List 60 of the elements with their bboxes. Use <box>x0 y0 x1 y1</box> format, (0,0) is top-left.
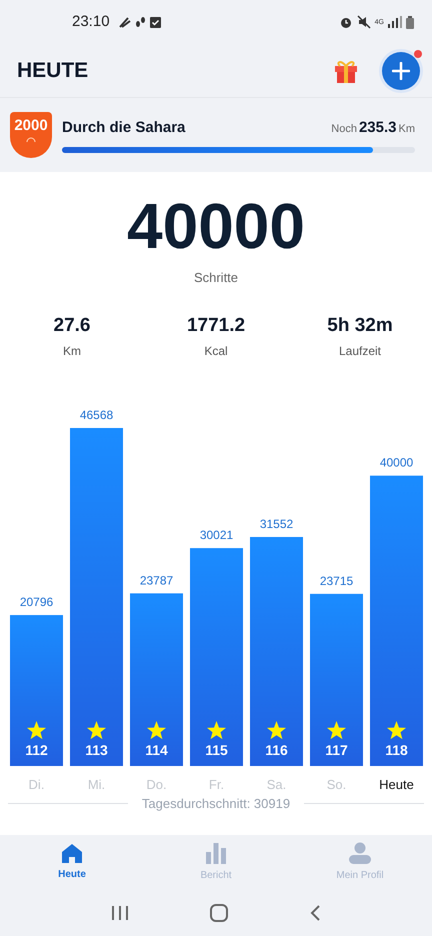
bar-value: 30021 <box>200 528 234 542</box>
badge-number: 118 <box>385 742 408 758</box>
alarm-icon <box>338 15 353 29</box>
remaining-value: 235.3 <box>358 118 396 138</box>
person-icon <box>349 842 371 864</box>
stat-label: Km <box>63 343 81 360</box>
home-icon <box>61 843 83 863</box>
nav-tab[interactable]: Mein Profil <box>288 835 432 890</box>
day-label[interactable]: Sa. <box>266 777 286 792</box>
gauge-icon <box>26 137 36 143</box>
bar-value: 40000 <box>380 456 414 470</box>
stat-value: 27.6 <box>54 314 90 338</box>
back-icon[interactable] <box>309 905 322 921</box>
badge-number: 115 <box>205 742 228 758</box>
badge-number: 114 <box>145 742 168 758</box>
day-label[interactable]: Heute <box>379 777 414 792</box>
bar-value: 46568 <box>80 408 114 422</box>
badge-number: 113 <box>85 742 108 758</box>
bar-value: 31552 <box>260 517 294 531</box>
plus-icon <box>392 62 410 80</box>
star-icon <box>207 721 226 740</box>
page-title: HEUTE <box>17 58 90 84</box>
day-label[interactable]: Mi. <box>88 777 106 792</box>
star-icon <box>327 721 346 740</box>
badge-number: 117 <box>325 742 348 758</box>
star-icon <box>387 721 406 740</box>
add-button[interactable] <box>382 52 420 90</box>
steps-label: Schritte <box>194 269 238 287</box>
star-icon <box>147 721 166 740</box>
day-label[interactable]: Di. <box>28 777 44 792</box>
recent-apps-icon[interactable] <box>110 905 129 921</box>
battery-icon <box>406 16 414 28</box>
day-label[interactable]: Fr. <box>208 777 224 792</box>
home-button-icon[interactable] <box>210 904 228 922</box>
stat-value: 1771.2 <box>186 314 246 338</box>
bar-chart-icon <box>205 842 227 864</box>
remaining-label: Noch <box>331 122 357 137</box>
daily-average: Tagesdurchschnitt: 30919 <box>142 795 290 813</box>
badge-number: 112 <box>25 742 48 758</box>
day-label[interactable]: So. <box>326 777 346 792</box>
challenge-title: Durch die Sahara <box>62 118 186 138</box>
bar-value: 20796 <box>20 595 54 610</box>
badge-number: 116 <box>265 742 288 758</box>
star-icon <box>87 721 106 740</box>
stat-value: 5h 32m <box>327 314 393 338</box>
star-icon <box>267 721 286 740</box>
nav-tab[interactable]: Bericht <box>144 835 288 890</box>
star-icon <box>27 721 46 740</box>
stat-label: Laufzeit <box>338 343 382 360</box>
signal-icon <box>388 16 402 28</box>
status-time: 23:10 <box>72 12 110 32</box>
day-label[interactable]: Do. <box>146 777 167 792</box>
bar-value: 23715 <box>320 574 354 588</box>
stat-label: Kcal <box>204 343 228 360</box>
nav-tab[interactable]: Heute <box>0 835 144 890</box>
remaining-unit: Km <box>398 122 415 137</box>
bar-value: 23787 <box>140 573 174 588</box>
steps-count: 40000 <box>127 194 305 258</box>
mute-icon <box>356 15 371 29</box>
badge-number: 2000 <box>14 118 48 133</box>
